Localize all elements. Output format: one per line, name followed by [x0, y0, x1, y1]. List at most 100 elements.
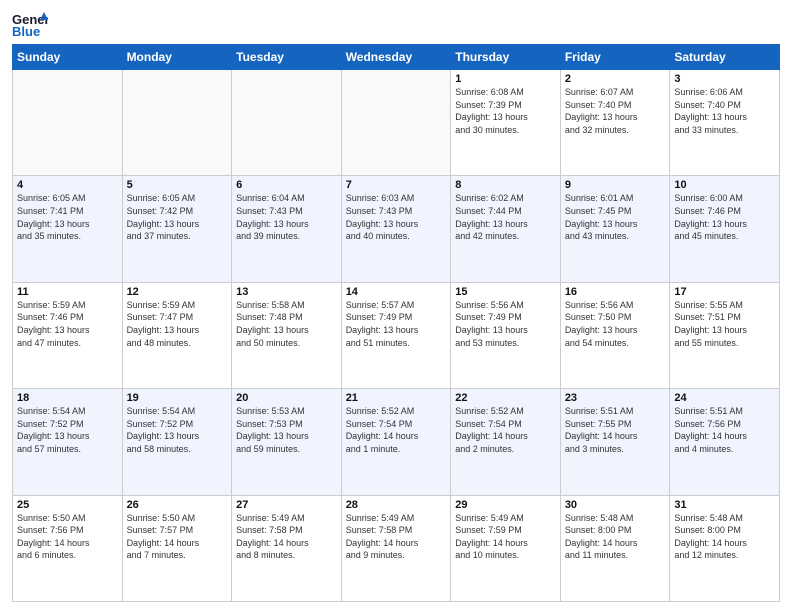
day-info: Sunrise: 5:49 AM Sunset: 7:58 PM Dayligh…: [346, 512, 447, 562]
calendar-cell: 24Sunrise: 5:51 AM Sunset: 7:56 PM Dayli…: [670, 389, 780, 495]
day-number: 27: [236, 499, 337, 511]
col-sunday: Sunday: [13, 45, 123, 70]
day-number: 28: [346, 499, 447, 511]
calendar-cell: 19Sunrise: 5:54 AM Sunset: 7:52 PM Dayli…: [122, 389, 232, 495]
calendar-cell: 21Sunrise: 5:52 AM Sunset: 7:54 PM Dayli…: [341, 389, 451, 495]
calendar-week-row: 4Sunrise: 6:05 AM Sunset: 7:41 PM Daylig…: [13, 176, 780, 282]
day-number: 10: [674, 179, 775, 191]
col-monday: Monday: [122, 45, 232, 70]
calendar-week-row: 11Sunrise: 5:59 AM Sunset: 7:46 PM Dayli…: [13, 282, 780, 388]
calendar-cell: 23Sunrise: 5:51 AM Sunset: 7:55 PM Dayli…: [560, 389, 670, 495]
svg-text:Blue: Blue: [12, 24, 40, 39]
day-info: Sunrise: 5:58 AM Sunset: 7:48 PM Dayligh…: [236, 299, 337, 349]
calendar-cell: 14Sunrise: 5:57 AM Sunset: 7:49 PM Dayli…: [341, 282, 451, 388]
calendar-cell: 28Sunrise: 5:49 AM Sunset: 7:58 PM Dayli…: [341, 495, 451, 601]
day-number: 12: [127, 286, 228, 298]
calendar-cell: 7Sunrise: 6:03 AM Sunset: 7:43 PM Daylig…: [341, 176, 451, 282]
day-info: Sunrise: 5:49 AM Sunset: 7:58 PM Dayligh…: [236, 512, 337, 562]
day-info: Sunrise: 6:00 AM Sunset: 7:46 PM Dayligh…: [674, 192, 775, 242]
day-number: 17: [674, 286, 775, 298]
calendar-cell: 30Sunrise: 5:48 AM Sunset: 8:00 PM Dayli…: [560, 495, 670, 601]
header: General Blue: [12, 10, 780, 38]
day-info: Sunrise: 5:56 AM Sunset: 7:49 PM Dayligh…: [455, 299, 556, 349]
day-number: 2: [565, 73, 666, 85]
day-number: 22: [455, 392, 556, 404]
day-info: Sunrise: 6:07 AM Sunset: 7:40 PM Dayligh…: [565, 86, 666, 136]
calendar-cell: 26Sunrise: 5:50 AM Sunset: 7:57 PM Dayli…: [122, 495, 232, 601]
calendar-week-row: 18Sunrise: 5:54 AM Sunset: 7:52 PM Dayli…: [13, 389, 780, 495]
page: General Blue Sunday Monday Tuesday Wedne…: [0, 0, 792, 612]
day-info: Sunrise: 5:54 AM Sunset: 7:52 PM Dayligh…: [127, 405, 228, 455]
calendar-cell: 29Sunrise: 5:49 AM Sunset: 7:59 PM Dayli…: [451, 495, 561, 601]
day-info: Sunrise: 5:52 AM Sunset: 7:54 PM Dayligh…: [455, 405, 556, 455]
day-number: 26: [127, 499, 228, 511]
calendar-header-row: Sunday Monday Tuesday Wednesday Thursday…: [13, 45, 780, 70]
calendar-cell: 20Sunrise: 5:53 AM Sunset: 7:53 PM Dayli…: [232, 389, 342, 495]
day-info: Sunrise: 5:52 AM Sunset: 7:54 PM Dayligh…: [346, 405, 447, 455]
day-number: 8: [455, 179, 556, 191]
day-info: Sunrise: 5:57 AM Sunset: 7:49 PM Dayligh…: [346, 299, 447, 349]
day-info: Sunrise: 5:51 AM Sunset: 7:55 PM Dayligh…: [565, 405, 666, 455]
day-number: 5: [127, 179, 228, 191]
day-info: Sunrise: 6:02 AM Sunset: 7:44 PM Dayligh…: [455, 192, 556, 242]
day-info: Sunrise: 5:53 AM Sunset: 7:53 PM Dayligh…: [236, 405, 337, 455]
col-wednesday: Wednesday: [341, 45, 451, 70]
day-info: Sunrise: 6:04 AM Sunset: 7:43 PM Dayligh…: [236, 192, 337, 242]
day-number: 21: [346, 392, 447, 404]
calendar-cell: 2Sunrise: 6:07 AM Sunset: 7:40 PM Daylig…: [560, 70, 670, 176]
day-info: Sunrise: 5:56 AM Sunset: 7:50 PM Dayligh…: [565, 299, 666, 349]
calendar-cell: 11Sunrise: 5:59 AM Sunset: 7:46 PM Dayli…: [13, 282, 123, 388]
day-number: 15: [455, 286, 556, 298]
day-info: Sunrise: 5:48 AM Sunset: 8:00 PM Dayligh…: [674, 512, 775, 562]
day-info: Sunrise: 6:05 AM Sunset: 7:42 PM Dayligh…: [127, 192, 228, 242]
day-number: 20: [236, 392, 337, 404]
logo: General Blue: [12, 10, 48, 38]
calendar-cell: 5Sunrise: 6:05 AM Sunset: 7:42 PM Daylig…: [122, 176, 232, 282]
day-info: Sunrise: 5:54 AM Sunset: 7:52 PM Dayligh…: [17, 405, 118, 455]
day-number: 23: [565, 392, 666, 404]
calendar-cell: 17Sunrise: 5:55 AM Sunset: 7:51 PM Dayli…: [670, 282, 780, 388]
day-number: 31: [674, 499, 775, 511]
day-number: 16: [565, 286, 666, 298]
day-number: 24: [674, 392, 775, 404]
calendar-cell: 31Sunrise: 5:48 AM Sunset: 8:00 PM Dayli…: [670, 495, 780, 601]
day-info: Sunrise: 5:49 AM Sunset: 7:59 PM Dayligh…: [455, 512, 556, 562]
calendar-cell: 27Sunrise: 5:49 AM Sunset: 7:58 PM Dayli…: [232, 495, 342, 601]
calendar-cell: 15Sunrise: 5:56 AM Sunset: 7:49 PM Dayli…: [451, 282, 561, 388]
day-info: Sunrise: 5:51 AM Sunset: 7:56 PM Dayligh…: [674, 405, 775, 455]
calendar-cell: 8Sunrise: 6:02 AM Sunset: 7:44 PM Daylig…: [451, 176, 561, 282]
calendar-cell: 12Sunrise: 5:59 AM Sunset: 7:47 PM Dayli…: [122, 282, 232, 388]
calendar-week-row: 25Sunrise: 5:50 AM Sunset: 7:56 PM Dayli…: [13, 495, 780, 601]
day-number: 30: [565, 499, 666, 511]
calendar-cell: [122, 70, 232, 176]
calendar-cell: 4Sunrise: 6:05 AM Sunset: 7:41 PM Daylig…: [13, 176, 123, 282]
calendar-cell: 9Sunrise: 6:01 AM Sunset: 7:45 PM Daylig…: [560, 176, 670, 282]
day-number: 3: [674, 73, 775, 85]
day-number: 4: [17, 179, 118, 191]
day-info: Sunrise: 6:08 AM Sunset: 7:39 PM Dayligh…: [455, 86, 556, 136]
day-info: Sunrise: 5:48 AM Sunset: 8:00 PM Dayligh…: [565, 512, 666, 562]
day-number: 1: [455, 73, 556, 85]
calendar-cell: 6Sunrise: 6:04 AM Sunset: 7:43 PM Daylig…: [232, 176, 342, 282]
day-number: 11: [17, 286, 118, 298]
day-info: Sunrise: 6:06 AM Sunset: 7:40 PM Dayligh…: [674, 86, 775, 136]
day-info: Sunrise: 5:50 AM Sunset: 7:57 PM Dayligh…: [127, 512, 228, 562]
day-info: Sunrise: 5:59 AM Sunset: 7:46 PM Dayligh…: [17, 299, 118, 349]
logo-graphic: General Blue: [12, 10, 48, 40]
calendar-cell: 18Sunrise: 5:54 AM Sunset: 7:52 PM Dayli…: [13, 389, 123, 495]
day-number: 29: [455, 499, 556, 511]
day-number: 6: [236, 179, 337, 191]
calendar-cell: 13Sunrise: 5:58 AM Sunset: 7:48 PM Dayli…: [232, 282, 342, 388]
calendar-cell: 16Sunrise: 5:56 AM Sunset: 7:50 PM Dayli…: [560, 282, 670, 388]
calendar-cell: 10Sunrise: 6:00 AM Sunset: 7:46 PM Dayli…: [670, 176, 780, 282]
day-number: 19: [127, 392, 228, 404]
calendar-week-row: 1Sunrise: 6:08 AM Sunset: 7:39 PM Daylig…: [13, 70, 780, 176]
day-number: 14: [346, 286, 447, 298]
calendar-cell: [341, 70, 451, 176]
calendar-cell: 22Sunrise: 5:52 AM Sunset: 7:54 PM Dayli…: [451, 389, 561, 495]
day-number: 9: [565, 179, 666, 191]
calendar-cell: 1Sunrise: 6:08 AM Sunset: 7:39 PM Daylig…: [451, 70, 561, 176]
calendar-cell: 25Sunrise: 5:50 AM Sunset: 7:56 PM Dayli…: [13, 495, 123, 601]
calendar-cell: 3Sunrise: 6:06 AM Sunset: 7:40 PM Daylig…: [670, 70, 780, 176]
col-saturday: Saturday: [670, 45, 780, 70]
